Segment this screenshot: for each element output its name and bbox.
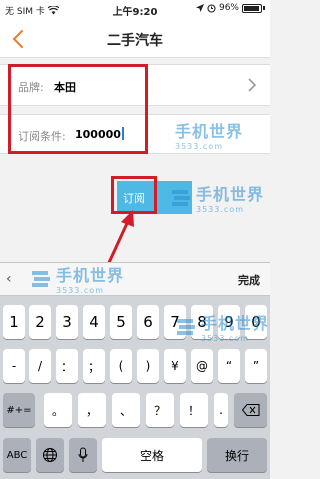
watermark-1: 手机世界 3533.com [175,118,243,151]
done-button[interactable]: 完成 [238,272,260,288]
watermark-logo-icon [177,318,195,335]
key-yen[interactable]: ¥ [164,349,186,383]
delete-key[interactable] [234,393,267,427]
key-at[interactable]: @ [191,349,213,383]
key-3[interactable]: 3 [56,305,78,339]
return-key[interactable]: 换行 [207,438,267,472]
battery-tip [263,6,265,10]
battery-percent: 96% [218,3,239,13]
watermark-3: 手机世界 3533.com [30,262,124,295]
location-icon [195,4,204,12]
key-semicolon[interactable]: ； [83,349,105,383]
key-5[interactable]: 5 [110,305,132,339]
symbols-key[interactable]: #+= [3,393,35,427]
watermark-sub: 3533.com [56,286,104,295]
key-colon[interactable]: ： [56,349,78,383]
key-hyphen[interactable]: - [3,349,25,383]
key-2[interactable]: 2 [29,305,51,339]
status-bar: 无 SIM 卡 上午9:20 96% [0,0,270,18]
status-right: 96% [195,3,265,13]
key-1[interactable]: 1 [3,305,25,339]
mic-key[interactable] [69,438,97,472]
key-4[interactable]: 4 [83,305,105,339]
alarm-icon [207,3,216,13]
key-period-cn[interactable]: 。 [44,393,72,427]
key-comma-cn[interactable]: ， [78,393,106,427]
key-exclaim[interactable]: ！ [180,393,208,427]
watermark-sub: 3533.com [175,142,223,151]
battery-icon [242,3,262,13]
key-slash[interactable]: / [29,349,51,383]
chevron-right-icon [248,78,257,92]
key-dot[interactable]: . [214,393,228,427]
watermark-sub: 3533.com [196,205,244,214]
watermark-logo-icon [32,270,50,287]
key-question[interactable]: ？ [146,393,174,427]
watermark-text: 手机世界 [201,314,270,333]
page-title: 二手汽车 [107,33,163,49]
abc-key[interactable]: ABC [3,438,31,472]
key-rquote[interactable]: ” [245,349,267,383]
key-enum-comma[interactable]: 、 [112,393,140,427]
nav-bar: 二手汽车 [0,18,270,58]
highlight-box-button [111,176,157,214]
watermark-2: 手机世界 3533.com [170,181,264,214]
globe-key[interactable] [36,438,64,472]
watermark-text: 手机世界 [56,266,125,285]
watermark-text: 手机世界 [196,185,265,204]
highlight-box-form [8,64,148,154]
microphone-icon [78,447,88,462]
key-rparen[interactable]: ) [137,349,159,383]
backspace-icon [241,404,259,416]
watermark-sub: 3533.com [201,334,249,343]
globe-icon [43,448,57,462]
watermark-text: 手机世界 [175,122,244,141]
watermark-logo-icon [172,189,190,206]
space-key[interactable]: 空格 [102,438,202,472]
keyboard-prev-icon[interactable]: ‹ [6,271,12,287]
watermark-4: 手机世界 3533.com [175,310,269,343]
key-6[interactable]: 6 [137,305,159,339]
key-lparen[interactable]: ( [110,349,132,383]
key-lquote[interactable]: “ [218,349,240,383]
